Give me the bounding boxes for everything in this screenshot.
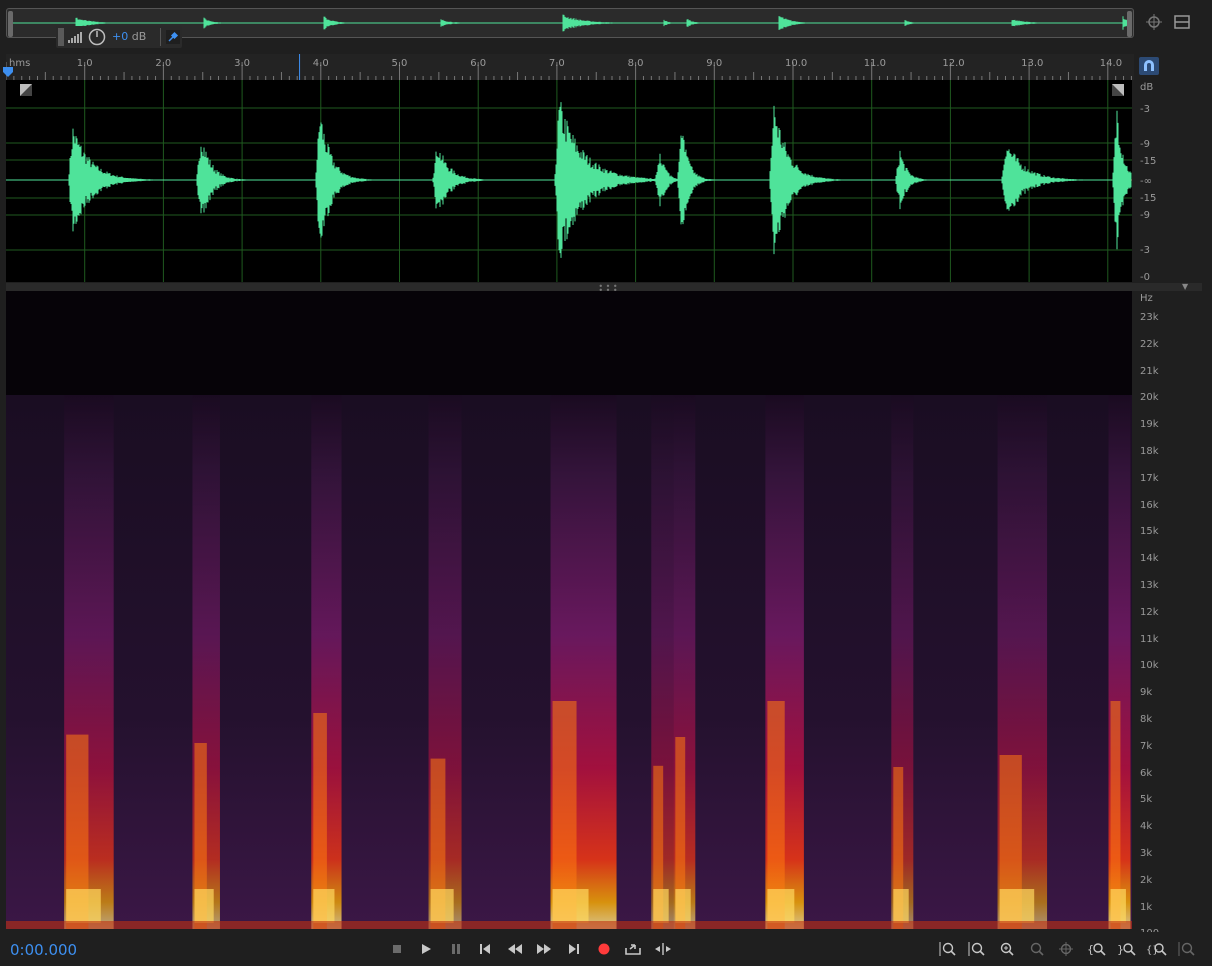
ruler-tick-label: 1.0 xyxy=(76,58,93,69)
zoom-out-amplitude-icon[interactable] xyxy=(966,940,988,958)
transport-bar: 0:00.000 { } {} xyxy=(0,932,1212,966)
hud-drag-grip[interactable] xyxy=(58,28,64,46)
hz-scale-label: 13k xyxy=(1140,580,1159,591)
spectral-frequency-display[interactable] xyxy=(6,291,1132,929)
hz-scale-label: 10k xyxy=(1140,660,1159,672)
chevron-down-icon[interactable]: ▼ xyxy=(1182,283,1194,291)
ruler-tick-label: 10.0 xyxy=(785,58,808,69)
zoom-out-time-icon[interactable]: } xyxy=(1116,940,1138,958)
snap-toggle-button[interactable] xyxy=(1139,57,1159,75)
fast-forward-button[interactable] xyxy=(534,940,554,958)
pin-icon[interactable] xyxy=(166,30,180,44)
playhead-marker[interactable] xyxy=(2,66,14,78)
hz-scale-label: 22k xyxy=(1140,338,1159,350)
ruler-tick-label: 4.0 xyxy=(312,58,329,69)
db-scale-label: -3 xyxy=(1140,245,1150,256)
hud-separator xyxy=(160,28,161,46)
db-scale-label: -3 xyxy=(1140,104,1150,115)
hz-scale-label: 17k xyxy=(1140,472,1159,484)
waveform-display[interactable] xyxy=(6,80,1132,282)
ruler-ticks xyxy=(6,54,1132,80)
ruler-tick-label: 9.0 xyxy=(706,58,723,69)
zoom-to-playhead-icon[interactable] xyxy=(1056,940,1078,958)
ruler-tick-label: 2.0 xyxy=(155,58,172,69)
hz-scale-label: 2k xyxy=(1140,874,1153,886)
current-time-display[interactable]: 0:00.000 xyxy=(10,941,77,959)
overview-right-handle[interactable] xyxy=(1127,11,1132,37)
zoom-in-frequency-icon[interactable] xyxy=(996,940,1018,958)
hz-scale-label: 6k xyxy=(1140,767,1153,779)
zoom-in-amplitude-icon[interactable] xyxy=(937,940,959,958)
level-meter-icon xyxy=(68,32,82,43)
zoom-out-frequency-icon[interactable] xyxy=(1026,940,1048,958)
amplitude-scale: dB -3 -9 -15 -∞ -15 -9 -3 -0 xyxy=(1132,80,1202,283)
loop-playback-button[interactable] xyxy=(623,940,643,958)
time-ruler[interactable]: hms 1.0 2.0 3.0 4.0 5.0 6.0 7.0 8.0 9.0 10.0 11.0 1… xyxy=(6,54,1134,80)
skip-selection-button[interactable] xyxy=(653,940,673,958)
ruler-tick-label: 14.0 xyxy=(1099,58,1123,69)
gain-value[interactable]: +0 dB xyxy=(112,30,146,43)
hz-scale-label: 21k xyxy=(1140,365,1159,377)
hz-scale-label: 15k xyxy=(1140,526,1159,538)
go-to-end-button[interactable] xyxy=(564,940,584,958)
hz-scale-label: 4k xyxy=(1140,821,1153,833)
db-scale-label: -15 xyxy=(1140,193,1157,204)
hz-scale-label: 9k xyxy=(1140,687,1153,699)
hz-unit-label: Hz xyxy=(1140,293,1153,304)
hz-scale-label: 18k xyxy=(1140,446,1159,457)
waveform-canvas xyxy=(6,80,1132,282)
db-unit-label: dB xyxy=(1140,82,1154,93)
db-scale-label: -9 xyxy=(1140,139,1150,150)
ruler-tick-label: 11.0 xyxy=(863,58,886,69)
overview-left-handle[interactable] xyxy=(8,11,13,37)
hz-scale-label: 8k xyxy=(1140,714,1153,725)
hz-scale-label: 16k xyxy=(1140,499,1159,511)
overview-right-tools xyxy=(1140,12,1200,34)
toggle-panels-icon[interactable] xyxy=(1172,12,1192,32)
heads-up-display: +0 dB xyxy=(56,26,182,48)
svg-text:{: { xyxy=(1087,943,1094,956)
ruler-tick-label: 7.0 xyxy=(548,58,565,69)
hz-scale-label: 12k xyxy=(1140,606,1159,618)
ruler-tick-label: 5.0 xyxy=(391,58,408,69)
hz-scale-label: 14k xyxy=(1140,553,1159,565)
play-button[interactable] xyxy=(416,940,436,958)
fade-in-handle[interactable] xyxy=(20,84,32,96)
ruler-tick-label: 3.0 xyxy=(234,58,250,69)
zoom-out-full-icon[interactable]: {} xyxy=(1146,940,1168,958)
ruler-tick-label: 6.0 xyxy=(470,58,487,69)
svg-text:}: } xyxy=(1117,943,1124,956)
fade-out-handle[interactable] xyxy=(1112,84,1124,96)
stop-button[interactable] xyxy=(387,940,407,958)
db-scale-label: -0 xyxy=(1140,272,1150,283)
hz-scale-label: 1k xyxy=(1140,901,1153,913)
db-scale-label: -9 xyxy=(1140,210,1150,221)
pause-button[interactable] xyxy=(446,940,466,958)
hz-scale-label: 11k xyxy=(1140,633,1159,645)
zoom-to-selection-icon[interactable] xyxy=(1176,940,1198,958)
frequency-scale: Hz 23k 22k 21k 20k 19k 18k 17k 16k 15k 14k 13k 12k 11… xyxy=(1132,291,1202,939)
hz-scale-label: 20k xyxy=(1140,392,1159,404)
hz-scale-label: 19k xyxy=(1140,419,1159,431)
zoom-target-icon[interactable] xyxy=(1144,12,1164,32)
db-scale-label: -∞ xyxy=(1140,176,1152,187)
ruler-tick-label: 8.0 xyxy=(627,58,644,69)
ruler-tick-label: 13.0 xyxy=(1021,58,1044,69)
record-button[interactable] xyxy=(594,940,614,958)
divider-grip[interactable]: • • • • • • xyxy=(596,283,620,295)
hz-scale-label: 3k xyxy=(1140,848,1153,859)
gain-knob[interactable] xyxy=(88,28,106,46)
zoom-in-time-icon[interactable]: { xyxy=(1086,940,1108,958)
panel-divider[interactable]: • • • • • • ▼ xyxy=(6,283,1202,295)
spectrogram-canvas xyxy=(6,291,1132,929)
hz-scale-label: 5k xyxy=(1140,794,1153,806)
go-to-start-button[interactable] xyxy=(475,940,495,958)
hz-scale-label: 7k xyxy=(1140,740,1153,752)
rewind-button[interactable] xyxy=(505,940,525,958)
db-scale-label: -15 xyxy=(1140,156,1157,167)
ruler-tick-label: 12.0 xyxy=(942,58,965,69)
hz-scale-label: 23k xyxy=(1140,312,1159,323)
